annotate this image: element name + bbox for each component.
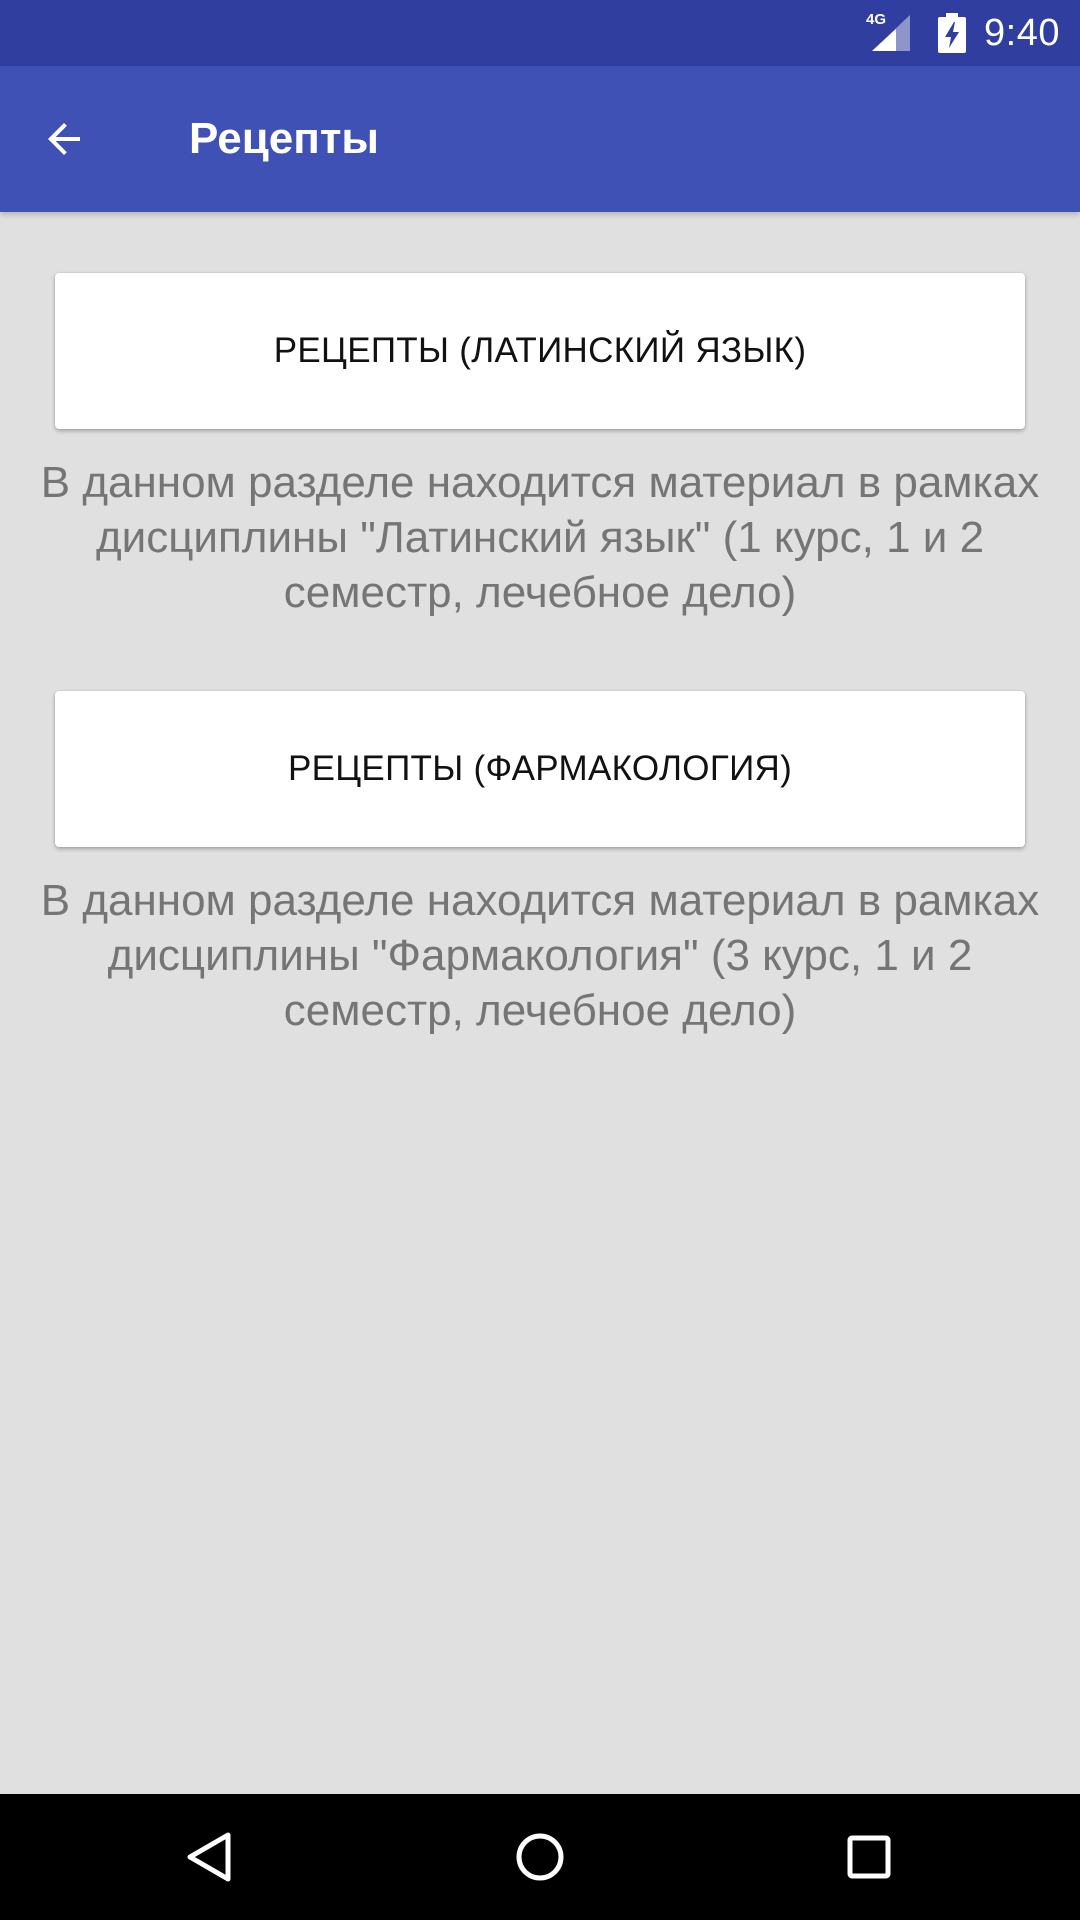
status-icons: 4G 9:40: [866, 0, 1060, 66]
nav-home-icon: [516, 1833, 564, 1881]
pharmacology-recipes-description: В данном разделе находится материал в ра…: [40, 876, 1040, 1035]
latin-recipes-description: В данном разделе находится материал в ра…: [40, 458, 1040, 617]
nav-recents-icon: [847, 1835, 891, 1879]
nav-back-button[interactable]: [170, 1817, 250, 1897]
nav-back-icon: [187, 1832, 231, 1882]
signal-icon: 4G: [866, 11, 911, 53]
latin-recipes-button[interactable]: РЕЦЕПТЫ (ЛАТИНСКИЙ ЯЗЫК): [55, 273, 1025, 429]
app-bar: Рецепты: [0, 66, 1080, 212]
nav-home-button[interactable]: [500, 1817, 580, 1897]
status-bar: 4G 9:40: [0, 0, 1080, 66]
back-button[interactable]: [24, 99, 104, 179]
arrow-back-icon: [48, 123, 80, 155]
page-title: Рецепты: [189, 114, 379, 163]
pharmacology-recipes-button[interactable]: РЕЦЕПТЫ (ФАРМАКОЛОГИЯ): [55, 691, 1025, 847]
navigation-bar: [0, 1794, 1080, 1920]
status-clock: 9:40: [984, 11, 1060, 54]
nav-recents-button[interactable]: [829, 1817, 909, 1897]
screen: 4G 9:40 Рецепты РЕЦЕПТЫ (ЛАТИНСКИЙ ЯЗЫК)…: [0, 0, 1080, 1920]
battery-charging-icon: [938, 13, 967, 53]
